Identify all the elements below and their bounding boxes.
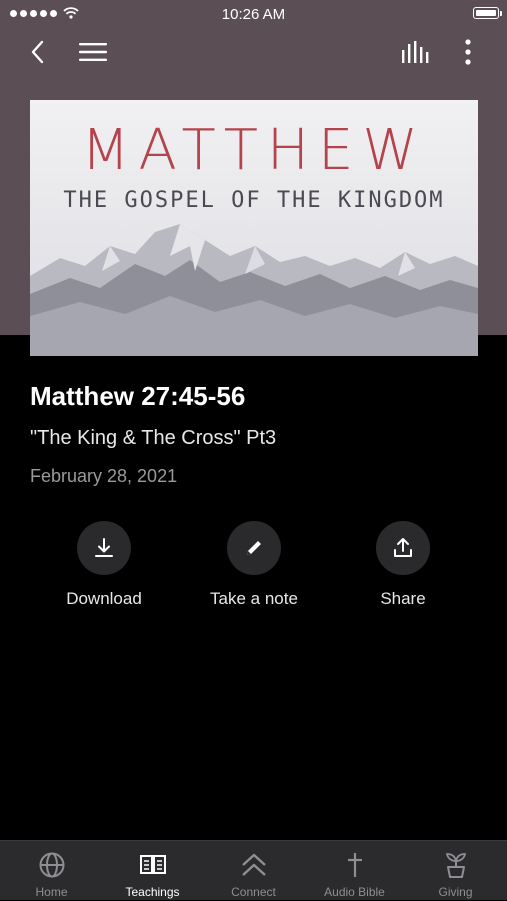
tab-teachings-label: Teachings (125, 885, 180, 899)
share-icon (394, 538, 412, 557)
back-button[interactable] (16, 30, 60, 74)
take-note-label: Take a note (210, 589, 298, 608)
globe-icon (39, 852, 64, 878)
artwork-subtitle: THE GOSPEL OF THE KINGDOM (63, 188, 445, 213)
nav-bar (0, 30, 507, 74)
sprout-icon (445, 853, 466, 878)
open-book-icon (139, 855, 166, 874)
share-circle (376, 521, 430, 575)
pencil-icon (247, 541, 261, 555)
audio-bars-icon (402, 41, 429, 63)
hamburger-menu-icon (79, 43, 107, 61)
battery-icon (473, 7, 502, 19)
download-label: Download (66, 589, 142, 608)
sermon-title: Matthew 27:45-56 (30, 381, 246, 411)
cross-icon (347, 853, 362, 877)
download-circle (77, 521, 131, 575)
tab-bar: Home Teachings Connect Audio Bible Givin… (0, 840, 507, 900)
take-note-circle (227, 521, 281, 575)
tab-home[interactable]: Home (1, 841, 102, 901)
more-options-button[interactable] (446, 30, 490, 74)
sermon-artwork: MATTHEW THE GOSPEL OF THE KINGDOM (30, 100, 478, 356)
vertical-ellipsis-icon (465, 39, 471, 65)
share-label: Share (380, 589, 426, 608)
sermon-subtitle: "The King & The Cross" Pt3 (30, 427, 277, 449)
sermon-date: February 28, 2021 (30, 466, 178, 486)
take-note-button[interactable]: Take a note (179, 521, 329, 609)
tab-audio-bible[interactable]: Audio Bible (304, 841, 405, 901)
tab-teachings[interactable]: Teachings (102, 841, 203, 901)
audio-button[interactable] (393, 30, 437, 74)
mountain-range-image (30, 224, 478, 356)
tab-giving-label: Giving (438, 885, 473, 899)
double-chevron-up-icon (241, 853, 266, 876)
status-bar: 10:26 AM (0, 0, 507, 26)
download-button[interactable]: Download (29, 521, 179, 609)
artwork-title: MATTHEW (81, 118, 427, 183)
menu-button[interactable] (71, 30, 115, 74)
status-time: 10:26 AM (221, 6, 286, 23)
chevron-left-icon (31, 40, 44, 64)
tab-giving[interactable]: Giving (405, 841, 506, 901)
download-icon (95, 538, 113, 557)
tab-audio-bible-label: Audio Bible (324, 885, 385, 899)
tab-connect-label: Connect (231, 885, 276, 899)
tab-connect[interactable]: Connect (203, 841, 304, 901)
tab-home-label: Home (35, 885, 68, 899)
share-button[interactable]: Share (328, 521, 478, 609)
